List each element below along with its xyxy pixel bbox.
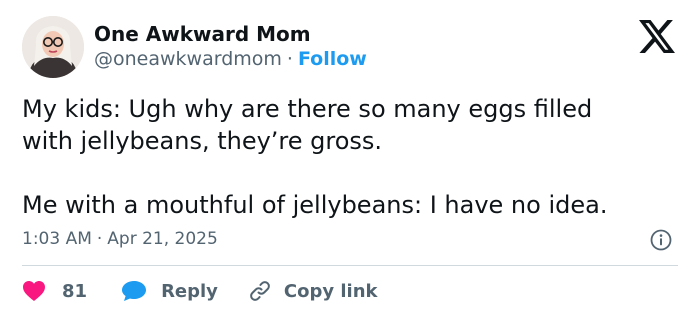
link-icon (250, 281, 270, 301)
separator-dot: · (96, 229, 103, 249)
x-logo-icon[interactable] (639, 20, 675, 53)
like-count: 81 (62, 280, 88, 302)
tweet-time: 1:03 AM (22, 229, 92, 249)
info-icon[interactable] (650, 229, 672, 251)
author-meta: @oneawkwardmom · Follow (94, 48, 367, 70)
tweet-text: My kids: Ugh why are there so many eggs … (22, 93, 682, 221)
author-handle[interactable]: @oneawkwardmom (94, 48, 282, 70)
tweet-card: One Awkward Mom @oneawkwardmom · Follow My… (0, 0, 700, 318)
tweet-timestamp[interactable]: 1:03 AM · Apr 21, 2025 (22, 229, 218, 249)
follow-button[interactable]: Follow (298, 48, 367, 70)
tweet-line-2: with jellybeans, they’re gross. (22, 127, 383, 155)
divider (22, 265, 678, 266)
tweet-date: Apr 21, 2025 (107, 229, 218, 249)
speech-bubble-icon (122, 281, 147, 301)
action-bar: 81 Reply Copy link (22, 276, 378, 306)
avatar-image (22, 16, 84, 78)
like-button[interactable]: 81 (22, 280, 87, 302)
separator-dot: · (286, 48, 293, 70)
tweet-line-1: My kids: Ugh why are there so many eggs … (22, 95, 593, 123)
reply-button[interactable]: Reply (121, 280, 218, 302)
author-name[interactable]: One Awkward Mom (94, 22, 311, 46)
heart-icon (23, 281, 45, 301)
avatar[interactable] (22, 16, 84, 78)
copy-link-label: Copy link (283, 280, 378, 302)
reply-label: Reply (161, 280, 218, 302)
tweet-line-3: Me with a mouthful of jellybeans: I have… (22, 191, 608, 219)
copy-link-button[interactable]: Copy link (248, 279, 378, 303)
